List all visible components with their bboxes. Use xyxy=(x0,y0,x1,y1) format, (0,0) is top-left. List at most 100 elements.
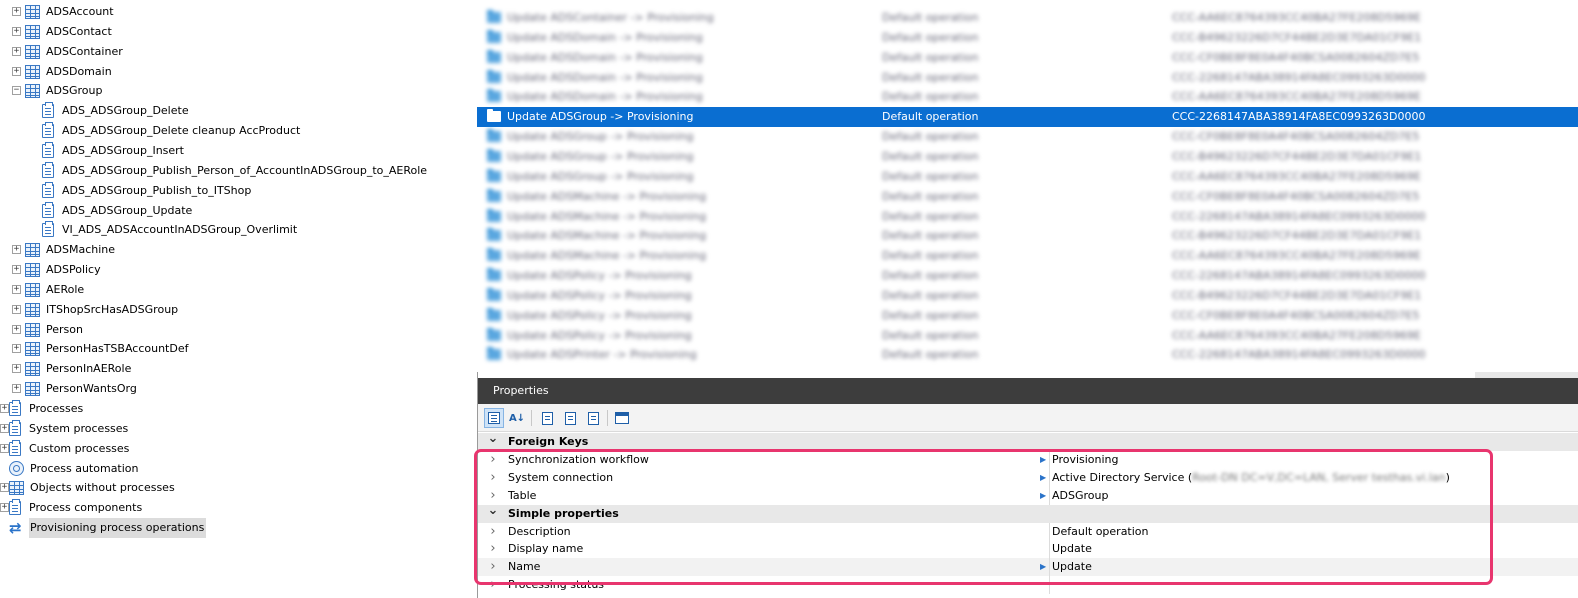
tree-item[interactable]: ⇄ Provisioning process operations xyxy=(9,518,207,539)
tree-item[interactable]: + ADSPolicy xyxy=(12,260,101,280)
tree-item[interactable]: + Objects without processes xyxy=(0,478,175,498)
tree-item[interactable]: + ADSMachine xyxy=(12,240,115,260)
chevron-right-icon[interactable]: › xyxy=(487,451,499,469)
property-value[interactable]: Provisioning xyxy=(1052,451,1119,469)
chevron-down-icon[interactable]: ⌄ xyxy=(487,432,499,445)
expand-icon[interactable]: + xyxy=(0,423,9,433)
grid-row[interactable]: Update ADSPrinter -> Provisioning Default… xyxy=(477,345,1578,365)
tree-item[interactable]: + ADSDomain xyxy=(12,62,112,82)
grid-cell-type: Default operation xyxy=(882,209,979,223)
expand-icon[interactable]: + xyxy=(0,483,9,493)
window-icon[interactable] xyxy=(612,408,632,428)
sort-az-icon[interactable]: A↓ xyxy=(507,408,527,428)
expand-icon[interactable]: + xyxy=(12,46,21,56)
tree-item[interactable]: + PersonWantsOrg xyxy=(12,379,137,399)
tree-item[interactable]: − ADSGroup xyxy=(12,81,102,101)
page-icon[interactable] xyxy=(583,408,603,428)
grid-row[interactable]: Update ADSDomain -> Provisioning Default … xyxy=(477,28,1578,48)
chevron-right-icon[interactable]: › xyxy=(487,576,499,594)
grid-row[interactable]: Update ADSPolicy -> Provisioning Default … xyxy=(477,286,1578,306)
tree-item[interactable]: Process automation xyxy=(9,459,139,479)
chevron-right-icon[interactable]: › xyxy=(487,540,499,558)
tree-item[interactable]: ADS_ADSGroup_Publish_Person_of_AccountIn… xyxy=(42,161,427,181)
grid-cell-uid: CCC-AA6EC8764393CC40BA27FE208D5969E xyxy=(1172,328,1421,342)
grid-row[interactable]: Update ADSDomain -> Provisioning Default … xyxy=(477,87,1578,107)
property-value[interactable]: Update xyxy=(1052,558,1092,576)
tree-item[interactable]: + Custom processes xyxy=(0,439,129,459)
categorized-icon[interactable] xyxy=(484,408,504,428)
property-category[interactable]: ⌄ Simple properties xyxy=(477,504,1578,523)
tree-item[interactable]: ADS_ADSGroup_Update xyxy=(42,201,192,221)
grid-row[interactable]: Update ADSMachine -> Provisioning Default… xyxy=(477,187,1578,207)
expand-icon[interactable]: + xyxy=(0,503,9,513)
expand-icon[interactable]: + xyxy=(12,284,21,294)
tree-item[interactable]: + System processes xyxy=(0,419,128,439)
grid-row[interactable]: Update ADSGroup -> Provisioning Default o… xyxy=(477,167,1578,187)
grid-row[interactable]: Update ADSPolicy -> Provisioning Default … xyxy=(477,326,1578,346)
grid-row[interactable]: Update ADSGroup -> Provisioning Default o… xyxy=(477,147,1578,167)
expand-icon[interactable]: + xyxy=(0,404,9,413)
expand-icon[interactable]: + xyxy=(12,245,21,255)
events-icon[interactable] xyxy=(560,408,580,428)
tree-item[interactable]: + AERole xyxy=(12,280,84,300)
tree-item[interactable]: ADS_ADSGroup_Delete xyxy=(42,101,189,121)
chevron-right-icon[interactable]: › xyxy=(487,469,499,487)
expand-icon[interactable]: + xyxy=(12,66,21,76)
grid-row[interactable]: Update ADSPolicy -> Provisioning Default … xyxy=(477,266,1578,286)
property-row[interactable]: › Name ▶ Update xyxy=(477,558,1578,577)
chevron-right-icon[interactable]: › xyxy=(487,523,499,541)
tree-item[interactable]: ADS_ADSGroup_Delete cleanup AccProduct xyxy=(42,121,300,141)
grid-row[interactable]: Update ADSMachine -> Provisioning Default… xyxy=(477,246,1578,266)
navigate-arrow-icon[interactable]: ▶ xyxy=(1040,558,1046,576)
property-row[interactable]: › Synchronization workflow ▶ Provisioning xyxy=(477,450,1578,469)
grid-row[interactable]: Update ADSContainer -> Provisioning Defau… xyxy=(477,8,1578,28)
property-row[interactable]: › Processing status xyxy=(477,576,1578,595)
navigate-arrow-icon[interactable]: ▶ xyxy=(1040,451,1046,469)
chevron-right-icon[interactable]: › xyxy=(487,487,499,505)
grid-row[interactable]: Update ADSGroup -> Provisioning Default o… xyxy=(477,107,1578,128)
tree-item[interactable]: + ADSContact xyxy=(12,22,112,42)
tree-item[interactable]: + PersonInAERole xyxy=(12,359,131,379)
expand-icon[interactable]: + xyxy=(12,7,21,16)
tree-item[interactable]: + Person xyxy=(12,320,83,340)
expand-icon[interactable]: + xyxy=(12,265,21,275)
tree-item[interactable]: VI_ADS_ADSAccountInADSGroup_Overlimit xyxy=(42,220,297,240)
grid-row[interactable]: Update ADSMachine -> Provisioning Default… xyxy=(477,226,1578,246)
chevron-right-icon[interactable]: › xyxy=(487,558,499,576)
grid-row[interactable]: Update ADSDomain -> Provisioning Default … xyxy=(477,68,1578,88)
property-value[interactable]: Update xyxy=(1052,540,1092,558)
tree-item[interactable]: + Process components xyxy=(0,498,142,518)
tree-item[interactable]: ADS_ADSGroup_Publish_to_ITShop xyxy=(42,181,251,201)
property-value[interactable]: ADSGroup xyxy=(1052,487,1108,505)
property-row[interactable]: › System connection ▶ Active Directory Serv… xyxy=(477,468,1578,487)
tree-item[interactable]: + ITShopSrcHasADSGroup xyxy=(12,300,178,320)
property-value[interactable]: Default operation xyxy=(1052,523,1149,541)
tree-item[interactable]: + PersonHasTSBAccountDef xyxy=(12,339,188,359)
property-row[interactable]: › Table ▶ ADSGroup xyxy=(477,486,1578,505)
tree-item[interactable]: + ADSAccount xyxy=(12,2,114,22)
tree-item[interactable]: + Processes xyxy=(0,399,83,419)
expand-icon[interactable]: + xyxy=(12,384,21,394)
expand-icon[interactable]: + xyxy=(12,324,21,334)
grid-row[interactable]: Update ADSPolicy -> Provisioning Default … xyxy=(477,306,1578,326)
expand-icon[interactable]: + xyxy=(12,304,21,314)
tree-item[interactable]: + ADSContainer xyxy=(12,42,123,62)
expand-icon[interactable]: + xyxy=(12,26,21,36)
grid-row[interactable]: Update ADSGroup -> Provisioning Default o… xyxy=(477,127,1578,147)
navigate-arrow-icon[interactable]: ▶ xyxy=(1040,469,1046,487)
property-value[interactable]: Active Directory Service (Root-DN DC=V,D… xyxy=(1052,469,1450,487)
expand-icon[interactable]: + xyxy=(12,344,21,354)
collapse-icon[interactable]: − xyxy=(12,86,21,96)
grid-row[interactable]: Update ADSDomain -> Provisioning Default … xyxy=(477,48,1578,68)
property-row[interactable]: › Display name Update xyxy=(477,540,1578,559)
tree-item[interactable]: ADS_ADSGroup_Insert xyxy=(42,141,184,161)
expand-icon[interactable]: + xyxy=(12,364,21,374)
expand-icon[interactable]: + xyxy=(0,443,9,453)
grid-row[interactable]: Update ADSMachine -> Provisioning Default… xyxy=(477,207,1578,227)
grid-cell-uid: CCC-AA6EC8764393CC40BA27FE208D5969E xyxy=(1172,169,1421,183)
property-page-icon[interactable] xyxy=(537,408,557,428)
navigate-arrow-icon[interactable]: ▶ xyxy=(1040,487,1046,505)
property-row[interactable]: › Description Default operation xyxy=(477,522,1578,541)
chevron-down-icon[interactable]: ⌄ xyxy=(487,504,499,517)
property-category[interactable]: ⌄ Foreign Keys xyxy=(477,432,1578,451)
